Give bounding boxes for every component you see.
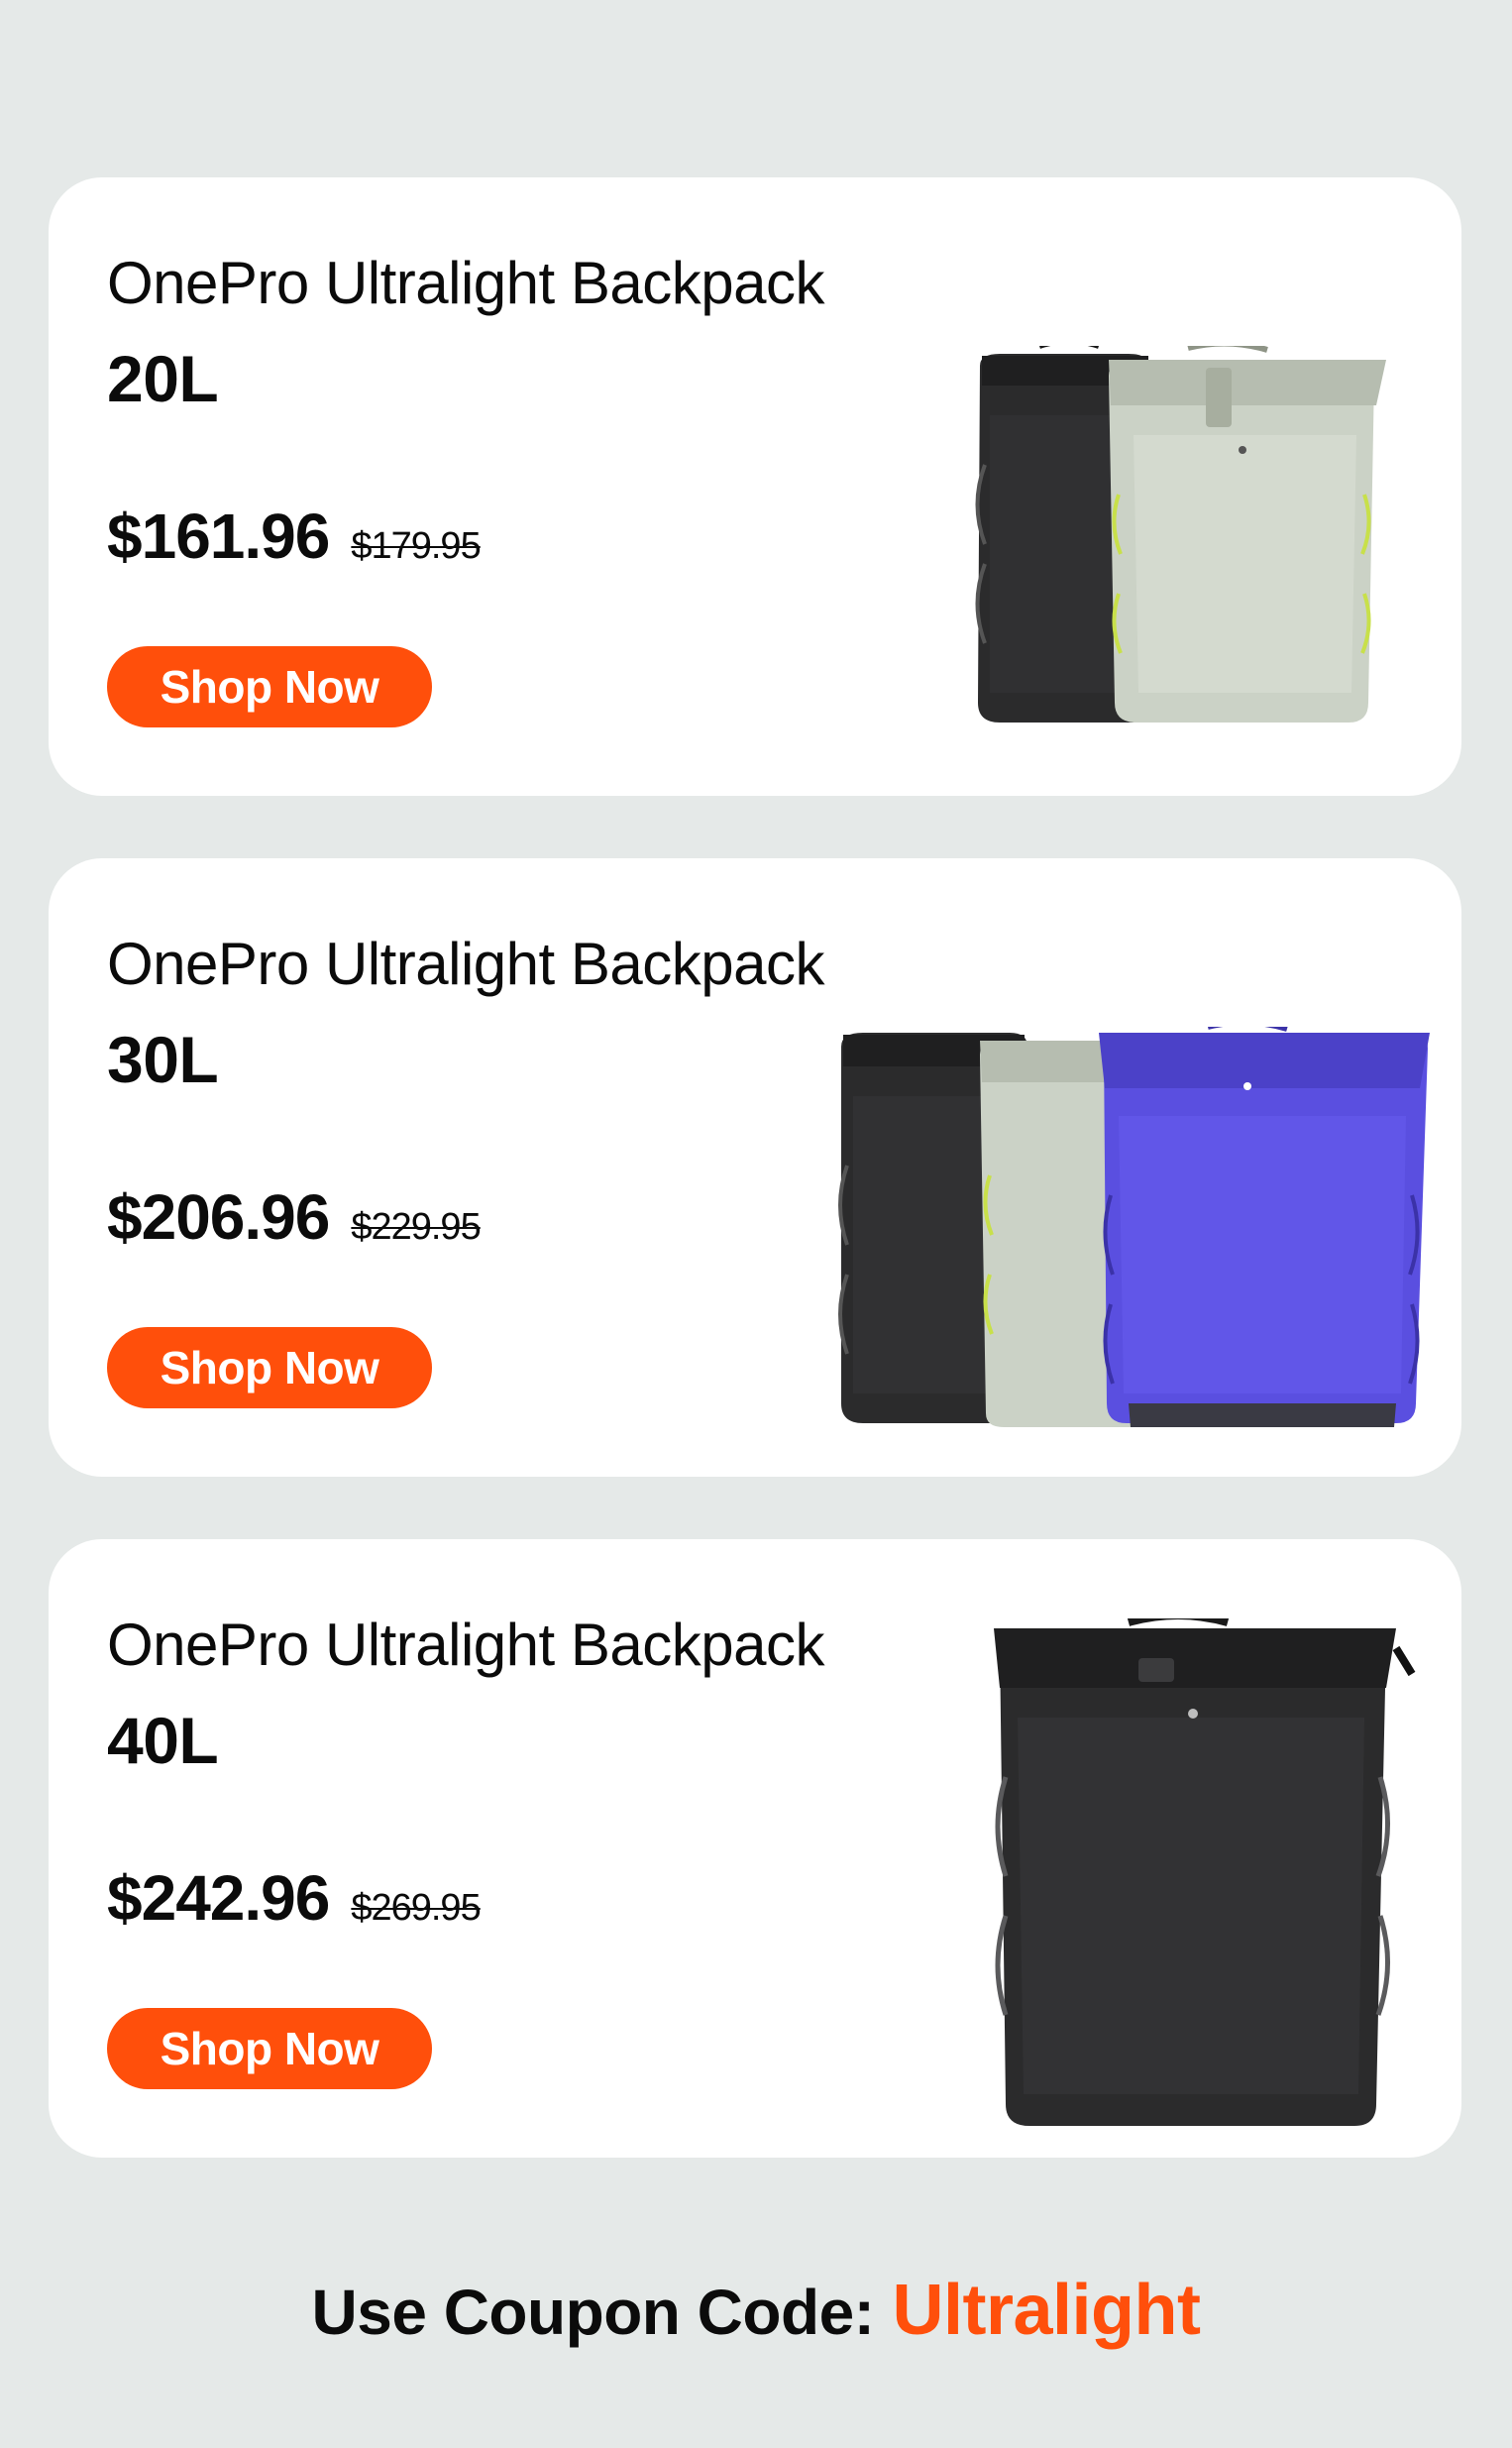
product-card-30l: OnePro Ultralight Backpack 30L $206.96 $… — [49, 858, 1461, 1477]
purple-backpack — [1099, 1027, 1430, 1427]
original-price: $269.95 — [351, 1887, 481, 1929]
black-backpack — [994, 1618, 1416, 2126]
product-capacity: 40L — [107, 1704, 219, 1777]
original-price: $229.95 — [351, 1206, 481, 1248]
price-row: $242.96 $269.95 — [107, 1861, 482, 1935]
product-card-40l: OnePro Ultralight Backpack 40L $242.96 $… — [49, 1539, 1461, 2158]
product-capacity: 30L — [107, 1023, 219, 1096]
coupon-code[interactable]: Ultralight — [892, 2271, 1200, 2350]
coupon-label: Use Coupon Code: — [311, 2277, 875, 2348]
product-card-20l: OnePro Ultralight Backpack 20L $161.96 $… — [49, 177, 1461, 796]
sage-backpack — [1109, 346, 1386, 723]
price-row: $161.96 $179.95 — [107, 500, 482, 573]
shop-now-button[interactable]: Shop Now — [107, 1327, 432, 1408]
product-title: OnePro Ultralight Backpack — [107, 931, 825, 997]
sale-price: $206.96 — [107, 1181, 330, 1253]
shop-now-button[interactable]: Shop Now — [107, 646, 432, 727]
product-title: OnePro Ultralight Backpack — [107, 1612, 825, 1678]
sale-price: $161.96 — [107, 501, 330, 572]
backpack-20l-image — [975, 346, 1386, 723]
product-capacity: 20L — [107, 342, 219, 415]
original-price: $179.95 — [351, 525, 481, 567]
backpack-30l-image — [838, 1027, 1430, 1427]
backpack-40l-image — [994, 1618, 1416, 2126]
sale-price: $242.96 — [107, 1862, 330, 1934]
coupon-banner: Use Coupon Code: Ultralight — [0, 2270, 1512, 2351]
price-row: $206.96 $229.95 — [107, 1180, 482, 1254]
product-title: OnePro Ultralight Backpack — [107, 250, 825, 316]
shop-now-button[interactable]: Shop Now — [107, 2008, 432, 2089]
